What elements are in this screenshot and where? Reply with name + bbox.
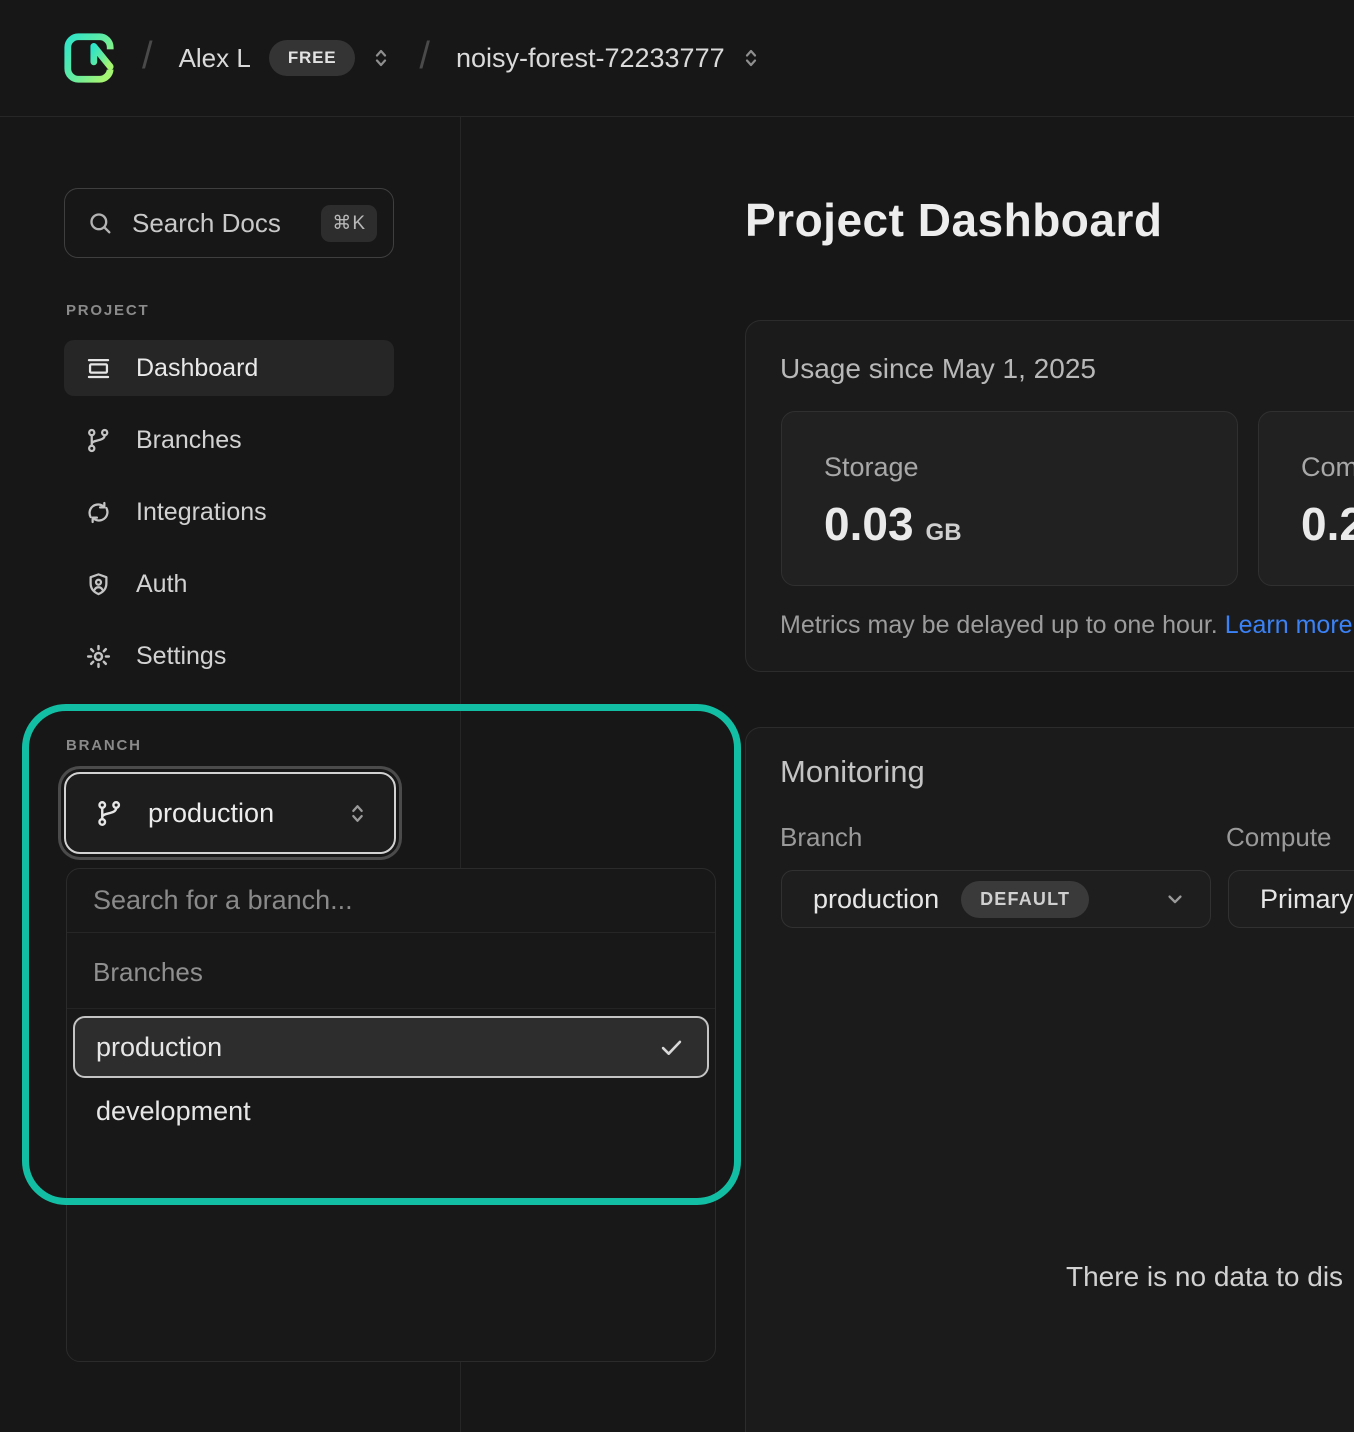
metric-value: 0.03 (824, 497, 914, 551)
chevron-down-icon (1162, 886, 1188, 912)
page-title: Project Dashboard (745, 193, 1163, 247)
sidebar-item-settings[interactable]: Settings (64, 628, 394, 684)
usage-card-title: Usage since May 1, 2025 (780, 353, 1096, 385)
no-data-message: There is no data to dis (1066, 1261, 1343, 1293)
compute-metric-card: Compute 0.2 (1258, 411, 1354, 586)
sidebar-item-dashboard[interactable]: Dashboard (64, 340, 394, 396)
monitoring-branch-select[interactable]: production DEFAULT (781, 870, 1211, 928)
sidebar-item-integrations[interactable]: Integrations (64, 484, 394, 540)
sidebar-item-label: Settings (136, 642, 226, 671)
neon-console-screen: / Alex L FREE / noisy-forest-72233777 Se… (0, 0, 1354, 1432)
monitoring-card: Monitoring Branch production DEFAULT Com… (745, 727, 1354, 1432)
monitoring-title: Monitoring (780, 754, 925, 790)
search-docs-button[interactable]: Search Docs ⌘K (64, 188, 394, 258)
sidebar-item-auth[interactable]: Auth (64, 556, 394, 612)
breadcrumb-slash: / (419, 35, 430, 78)
plan-badge: FREE (269, 40, 356, 76)
default-badge: DEFAULT (961, 881, 1089, 918)
compute-field-label: Compute (1226, 822, 1332, 853)
project-switcher-chevron-updown-icon[interactable] (739, 46, 763, 70)
command-k-shortcut: ⌘K (321, 205, 377, 242)
git-branch-icon (85, 427, 112, 454)
sidebar-item-label: Auth (136, 570, 187, 599)
branch-option-production[interactable]: production (73, 1016, 709, 1078)
monitoring-compute-select[interactable]: Primary (1228, 870, 1354, 928)
sidebar-item-label: Dashboard (136, 354, 258, 383)
metric-value: 0.2 (1301, 497, 1354, 551)
metric-unit: GB (926, 519, 962, 547)
branch-option-development[interactable]: development (73, 1080, 709, 1142)
chevron-updown-icon (345, 801, 370, 826)
top-bar: / Alex L FREE / noisy-forest-72233777 (0, 0, 1354, 117)
project-nav: Dashboard Branches Integrations (64, 340, 394, 684)
branch-search-input[interactable] (67, 869, 715, 933)
gear-icon (85, 643, 112, 670)
search-icon (86, 209, 114, 237)
org-name[interactable]: Alex L (179, 43, 251, 74)
check-icon (658, 1034, 685, 1061)
branch-selector-value: production (148, 798, 345, 829)
search-docs-label: Search Docs (132, 208, 321, 239)
branch-selector-trigger[interactable]: production (64, 772, 396, 854)
integrations-icon (85, 499, 112, 526)
sidebar-item-label: Branches (136, 426, 242, 455)
sidebar-item-branches[interactable]: Branches (64, 412, 394, 468)
sidebar-item-label: Integrations (136, 498, 267, 527)
branch-field-label: Branch (780, 822, 862, 853)
dashboard-icon (85, 355, 112, 382)
branch-group-label: Branches (67, 933, 715, 1009)
metric-label: Storage (824, 452, 1237, 483)
git-branch-icon (95, 799, 124, 828)
metrics-delay-note: Metrics may be delayed up to one hour. L… (780, 611, 1353, 640)
org-switcher-chevron-updown-icon[interactable] (369, 46, 393, 70)
storage-metric-card: Storage 0.03 GB (781, 411, 1238, 586)
metric-label: Compute (1301, 452, 1354, 483)
breadcrumb-slash: / (142, 35, 153, 78)
neon-logo[interactable] (62, 31, 116, 85)
section-label-branch: BRANCH (66, 737, 142, 754)
shield-user-icon (85, 571, 112, 598)
learn-more-link[interactable]: Learn more (1225, 611, 1353, 639)
project-name[interactable]: noisy-forest-72233777 (456, 43, 725, 74)
section-label-project: PROJECT (66, 302, 149, 319)
branch-dropdown-panel: Branches production development (66, 868, 716, 1362)
branch-option-list: production development (67, 1009, 715, 1147)
usage-card: Usage since May 1, 2025 Storage 0.03 GB … (745, 320, 1354, 672)
